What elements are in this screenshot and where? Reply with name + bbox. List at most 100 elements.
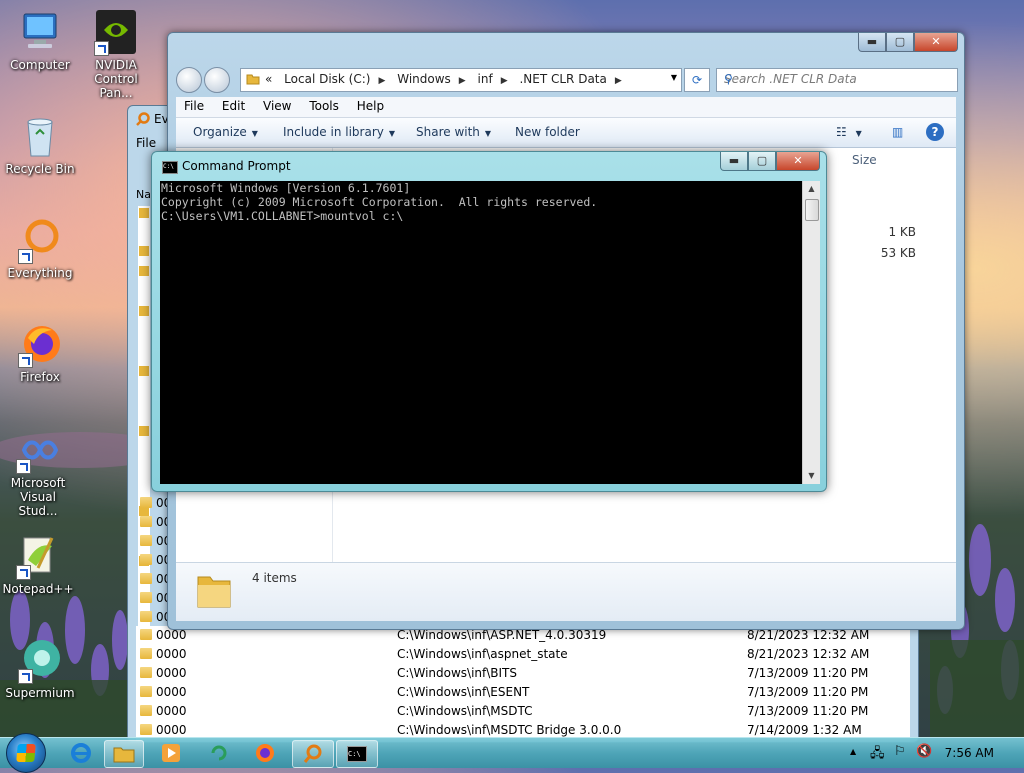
desktop-icon-label: Everything — [7, 266, 73, 280]
preview-pane-icon[interactable]: ▥ — [892, 125, 903, 139]
everything-search-icon — [136, 112, 150, 126]
minimize-button[interactable]: ▬ — [858, 33, 886, 52]
breadcrumb-local-disk[interactable]: Local Disk (C:) — [284, 72, 370, 86]
chevron-down-icon: ▼ — [388, 129, 396, 138]
scroll-up-icon[interactable]: ▲ — [803, 181, 820, 197]
view-options-icon[interactable]: ☷ ▼ — [836, 125, 862, 139]
desktop-icon-label: Microsoft Visual Stud... — [10, 476, 66, 518]
taskbar-command-prompt[interactable]: C:\ — [336, 740, 378, 768]
computer-icon — [16, 8, 64, 56]
network-icon[interactable]: 🖧 — [870, 744, 885, 766]
chevron-right-icon[interactable]: ▶ — [501, 76, 508, 86]
everything-results-list: 00 00 00 00 00 00 00 0000 C:\Windows\inf\… — [136, 496, 910, 742]
details-pane: 4 items — [176, 562, 956, 621]
internet-explorer-icon — [71, 743, 91, 763]
volume-muted-icon[interactable]: 🔇 — [916, 744, 932, 759]
desktop-icon-visual-studio[interactable]: Microsoft Visual Stud... — [0, 426, 76, 518]
breadcrumb-windows[interactable]: Windows — [397, 72, 451, 86]
desktop-icon-recycle-bin[interactable]: Recycle Bin — [2, 112, 78, 176]
search-icon: ⚲ — [724, 72, 733, 86]
breadcrumb-inf[interactable]: inf — [478, 72, 493, 86]
start-button[interactable] — [6, 733, 46, 773]
taskbar-media-player[interactable] — [152, 740, 190, 766]
chevron-right-icon[interactable]: ▶ — [378, 76, 385, 86]
breadcrumb-overflow[interactable]: « — [265, 72, 272, 86]
recycle-bin-icon — [16, 112, 64, 160]
cmd-icon: C:\ — [347, 746, 367, 762]
table-row[interactable]: 0000 C:\Windows\inf\ESENT 7/13/2009 11:20 … — [136, 683, 910, 702]
everything-icon — [16, 216, 64, 264]
address-bar[interactable]: « Local Disk (C:) ▶ Windows ▶ inf ▶ .NET CL… — [240, 68, 682, 92]
desktop-icon-firefox[interactable]: Firefox — [2, 320, 78, 384]
clock[interactable]: 7:56 AM — [945, 746, 994, 760]
maximize-button[interactable]: ▢ — [886, 33, 914, 52]
include-in-library-button[interactable]: Include in library ▼ — [283, 125, 395, 139]
table-row[interactable]: 0000 C:\Windows\inf\aspnet_state 8/21/2023… — [136, 645, 910, 664]
file-size: 53 KB — [880, 246, 916, 260]
everything-column-name[interactable]: Na — [136, 188, 151, 201]
search-input[interactable]: Search .NET CLR Data ⚲ — [716, 68, 958, 92]
maximize-button[interactable]: ▢ — [748, 152, 776, 171]
folder-icon — [197, 576, 231, 608]
desktop-icon-nvidia[interactable]: NVIDIA Control Pan... — [78, 8, 154, 100]
window-controls: ▬ ▢ ✕ — [720, 152, 820, 171]
shortcut-arrow-icon — [18, 353, 33, 368]
scroll-thumb[interactable] — [805, 199, 819, 221]
menu-help[interactable]: Help — [349, 97, 390, 113]
menu-view[interactable]: View — [255, 97, 297, 113]
menu-bar: File Edit View Tools Help — [176, 97, 956, 118]
cmd-icon: C:\ — [162, 161, 178, 174]
organize-button[interactable]: Organize ▼ — [193, 125, 258, 139]
help-icon[interactable]: ? — [926, 123, 944, 141]
organize-label: Organize — [193, 125, 247, 139]
taskbar-app[interactable] — [200, 740, 238, 766]
firefox-icon — [256, 744, 274, 762]
column-header-size[interactable]: Size — [852, 153, 877, 167]
share-with-button[interactable]: Share with ▼ — [416, 125, 491, 139]
chevron-down-icon: ▼ — [484, 129, 492, 138]
desktop-icon-computer[interactable]: Computer — [2, 8, 78, 72]
chevron-right-icon[interactable]: ▶ — [615, 76, 622, 86]
taskbar-explorer[interactable] — [104, 740, 144, 768]
everything-menu-file[interactable]: File — [136, 136, 156, 150]
desktop-icon-label: Supermium — [5, 686, 75, 700]
menu-tools[interactable]: Tools — [301, 97, 345, 113]
minimize-button[interactable]: ▬ — [720, 152, 748, 171]
share-label: Share with — [416, 125, 480, 139]
scroll-down-icon[interactable]: ▼ — [803, 468, 820, 484]
shortcut-arrow-icon — [16, 565, 31, 580]
refresh-button[interactable]: ⟳ — [684, 68, 710, 92]
table-row[interactable]: 0000 C:\Windows\inf\MSDTC 7/13/2009 11:20 … — [136, 702, 910, 721]
menu-edit[interactable]: Edit — [214, 97, 251, 113]
desktop-icon-label: Computer — [10, 58, 70, 72]
close-button[interactable]: ✕ — [914, 33, 958, 52]
menu-file[interactable]: File — [176, 97, 210, 113]
breadcrumb-net-clr-data[interactable]: .NET CLR Data — [519, 72, 606, 86]
taskbar-everything[interactable] — [292, 740, 334, 768]
console-output[interactable]: Microsoft Windows [Version 6.1.7601] Cop… — [160, 181, 802, 484]
taskbar-firefox[interactable] — [246, 740, 284, 766]
command-bar: Organize ▼ Include in library ▼ Share with… — [176, 118, 956, 148]
desktop-icon-everything[interactable]: Everything — [2, 216, 78, 280]
command-prompt-window[interactable]: C:\ Command Prompt ▬ ▢ ✕ Microsoft Windo… — [151, 151, 827, 492]
shortcut-arrow-icon — [18, 249, 33, 264]
nvidia-icon — [92, 8, 140, 56]
back-button[interactable] — [176, 67, 202, 93]
close-button[interactable]: ✕ — [776, 152, 820, 171]
forward-button[interactable] — [204, 67, 230, 93]
table-row[interactable]: 0000 C:\Windows\inf\BITS 7/13/2009 11:20 P… — [136, 664, 910, 683]
firefox-icon — [16, 320, 64, 368]
breadcrumb: « Local Disk (C:) ▶ Windows ▶ inf ▶ .NET CL… — [265, 72, 630, 86]
address-row: « Local Disk (C:) ▶ Windows ▶ inf ▶ .NET CL… — [176, 67, 958, 93]
everything-search-icon — [303, 744, 322, 763]
desktop-icon-supermium[interactable]: Supermium — [2, 636, 78, 700]
action-center-flag-icon[interactable]: ⚐ — [894, 744, 906, 759]
chevron-down-icon[interactable]: ▼ — [671, 73, 677, 82]
new-folder-button[interactable]: New folder — [515, 125, 580, 139]
desktop-icon-label: Notepad++ — [2, 582, 74, 596]
vertical-scrollbar[interactable]: ▲ ▼ — [802, 181, 820, 484]
taskbar-ie[interactable] — [62, 740, 100, 766]
desktop-icon-notepad-plus-plus[interactable]: Notepad++ — [0, 532, 76, 596]
chevron-right-icon[interactable]: ▶ — [459, 76, 466, 86]
show-hidden-icons-icon[interactable]: ▲ — [850, 747, 856, 756]
